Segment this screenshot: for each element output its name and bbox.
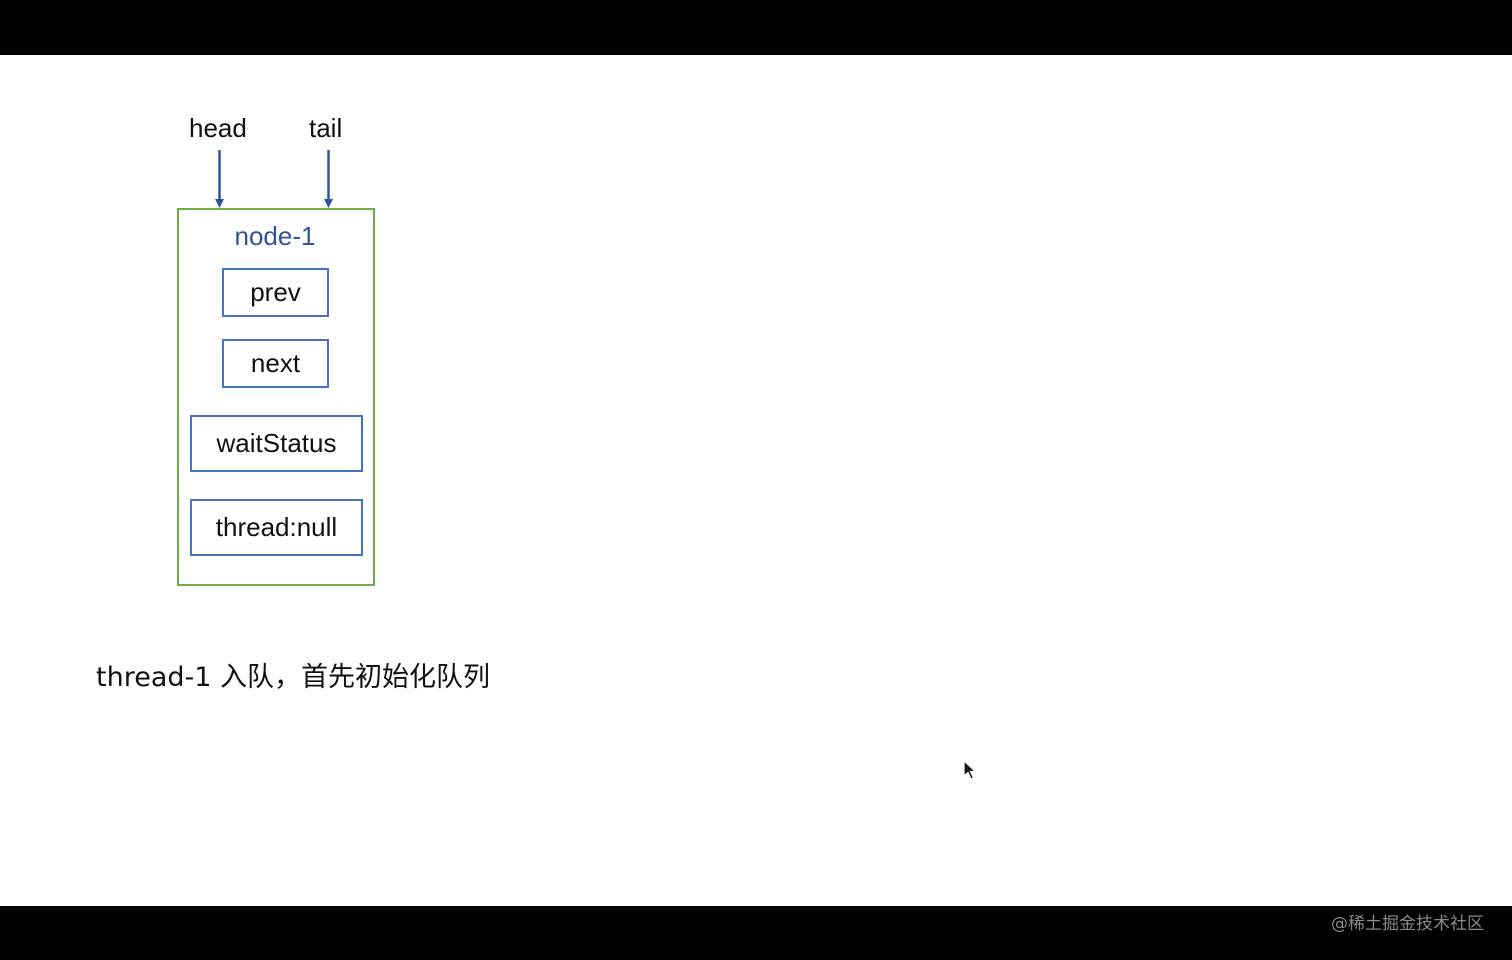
next-field: next (222, 339, 329, 388)
top-letterbox-bar (0, 0, 1512, 55)
node-title: node-1 (234, 221, 316, 251)
thread-field: thread:null (190, 499, 363, 556)
mouse-cursor-icon (963, 760, 977, 780)
wait-status-field: waitStatus (190, 415, 363, 472)
prev-field: prev (222, 268, 329, 317)
slide-caption: thread-1 入队，首先初始化队列 (96, 662, 491, 693)
head-pointer-label: head (189, 113, 247, 143)
tail-pointer-label: tail (309, 113, 343, 143)
watermark: @稀土掘金技术社区 (1331, 914, 1484, 934)
bottom-letterbox-bar (0, 906, 1512, 960)
